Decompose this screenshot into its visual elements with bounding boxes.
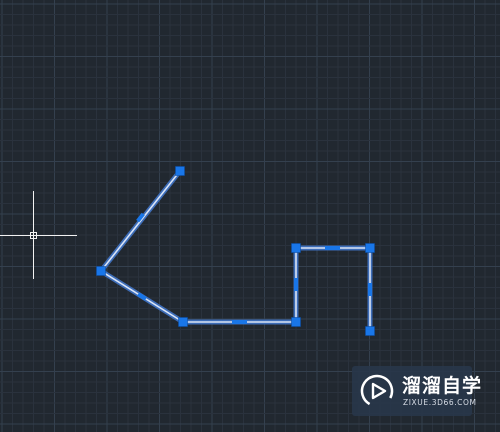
vertex-grip[interactable] xyxy=(365,243,375,253)
vertex-grip[interactable] xyxy=(175,166,185,176)
vertex-grip[interactable] xyxy=(291,243,301,253)
vertex-grip[interactable] xyxy=(178,317,188,327)
midpoint-grip[interactable] xyxy=(368,283,372,296)
midpoint-grip[interactable] xyxy=(294,278,298,291)
watermark-badge: 溜溜自学 ZIXUE.3D66.COM xyxy=(352,366,481,416)
midpoint-grip[interactable] xyxy=(325,246,340,250)
midpoint-grip[interactable] xyxy=(232,320,247,324)
play-triangle-icon xyxy=(360,374,394,408)
vertex-grip[interactable] xyxy=(96,266,106,276)
vertex-grip[interactable] xyxy=(291,317,301,327)
watermark-title: 溜溜自学 xyxy=(402,375,483,397)
watermark-url: ZIXUE.3D66.COM xyxy=(403,398,477,407)
vertex-grip[interactable] xyxy=(365,326,375,336)
